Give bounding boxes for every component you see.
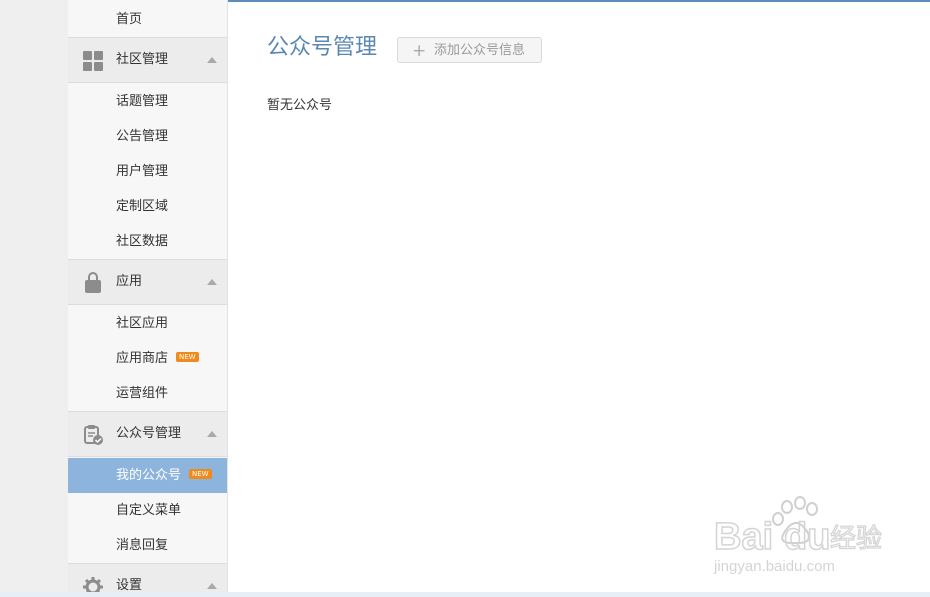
left-gutter <box>0 0 68 597</box>
collapse-caret-icon[interactable] <box>207 57 217 63</box>
sidebar-group-label: 社区管理 <box>116 52 169 67</box>
sidebar-item-custom-menu[interactable]: 自定义菜单 <box>68 493 227 528</box>
shopping-bag-icon <box>85 272 101 293</box>
sidebar-item-ops-components[interactable]: 运营组件 <box>68 376 227 411</box>
sidebar-group-label: 应用 <box>116 274 143 289</box>
plus-icon: + <box>412 41 427 61</box>
new-badge: NEW <box>189 468 212 479</box>
sidebar-item-label: 我的公众号 <box>116 468 182 483</box>
sidebar-item-community-data[interactable]: 社区数据 <box>68 224 227 259</box>
sidebar-item-home[interactable]: 首页 <box>68 2 227 37</box>
sidebar-item-topics[interactable]: 话题管理 <box>68 84 227 119</box>
new-badge: NEW <box>176 351 199 362</box>
clipboard-check-icon <box>84 425 103 445</box>
svg-text:经验: 经验 <box>830 524 882 554</box>
baidu-watermark-logo: Bai du 经验 jingyan.baidu.com <box>713 496 883 575</box>
sidebar-group-apps[interactable]: 应用 <box>68 259 227 305</box>
empty-state-text: 暂无公众号 <box>267 98 333 113</box>
bottom-strip <box>0 592 930 597</box>
grid-icon <box>83 51 103 71</box>
add-button-label: 添加公众号信息 <box>434 43 526 58</box>
watermark-url: jingyan.baidu.com <box>713 558 835 575</box>
sidebar-item-community-apps[interactable]: 社区应用 <box>68 306 227 341</box>
collapse-caret-icon[interactable] <box>207 279 217 285</box>
sidebar-item-my-accounts[interactable]: 我的公众号 NEW <box>68 458 227 493</box>
sidebar-group-community[interactable]: 社区管理 <box>68 37 227 83</box>
svg-text:du: du <box>784 516 830 558</box>
sidebar-group-official-accounts[interactable]: 公众号管理 <box>68 411 227 457</box>
add-official-account-button[interactable]: + 添加公众号信息 <box>397 37 542 63</box>
collapse-caret-icon[interactable] <box>207 431 217 437</box>
sidebar: 首页 社区管理 话题管理 公告管理 用户管理 定制区域 社区数据 应用 社区应用… <box>68 0 228 597</box>
sidebar-item-custom-area[interactable]: 定制区域 <box>68 189 227 224</box>
sidebar-item-app-store[interactable]: 应用商店 NEW <box>68 341 227 376</box>
sidebar-item-notices[interactable]: 公告管理 <box>68 119 227 154</box>
sidebar-item-users[interactable]: 用户管理 <box>68 154 227 189</box>
sidebar-item-label: 应用商店 <box>116 351 169 366</box>
page-title: 公众号管理 <box>267 35 378 60</box>
collapse-caret-icon[interactable] <box>207 583 217 589</box>
top-border <box>228 0 930 2</box>
sidebar-group-label: 公众号管理 <box>116 426 182 441</box>
svg-text:Bai: Bai <box>714 516 773 558</box>
sidebar-item-message-reply[interactable]: 消息回复 <box>68 528 227 563</box>
